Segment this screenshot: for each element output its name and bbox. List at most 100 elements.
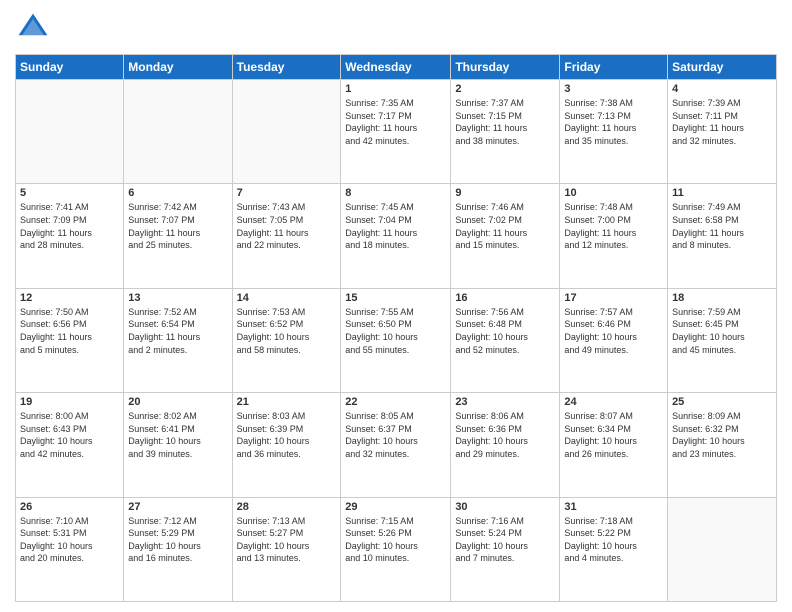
day-info: Sunrise: 7:15 AM Sunset: 5:26 PM Dayligh… (345, 515, 446, 565)
calendar-cell: 6 Sunrise: 7:42 AM Sunset: 7:07 PM Daylig… (124, 184, 232, 288)
page: SundayMondayTuesdayWednesdayThursdayFrid… (0, 0, 792, 612)
day-number: 14 (237, 292, 337, 304)
day-info: Sunrise: 7:12 AM Sunset: 5:29 PM Dayligh… (128, 515, 227, 565)
day-info: Sunrise: 7:57 AM Sunset: 6:46 PM Dayligh… (564, 306, 663, 356)
day-info: Sunrise: 7:59 AM Sunset: 6:45 PM Dayligh… (672, 306, 772, 356)
day-info: Sunrise: 8:00 AM Sunset: 6:43 PM Dayligh… (20, 410, 119, 460)
day-number: 7 (237, 187, 337, 199)
weekday-header-saturday: Saturday (668, 55, 777, 80)
calendar-cell: 31 Sunrise: 7:18 AM Sunset: 5:22 PM Dayli… (560, 497, 668, 601)
calendar-cell: 3Sunrise: 7:38 AM Sunset: 7:13 PM Daylig… (560, 80, 668, 184)
header (15, 10, 777, 46)
day-info: Sunrise: 7:55 AM Sunset: 6:50 PM Dayligh… (345, 306, 446, 356)
day-number: 23 (455, 396, 555, 408)
day-number: 22 (345, 396, 446, 408)
calendar-cell: 26 Sunrise: 7:10 AM Sunset: 5:31 PM Dayli… (16, 497, 124, 601)
day-info: Sunrise: 7:41 AM Sunset: 7:09 PM Dayligh… (20, 201, 119, 251)
day-info: Sunrise: 8:05 AM Sunset: 6:37 PM Dayligh… (345, 410, 446, 460)
calendar-table: SundayMondayTuesdayWednesdayThursdayFrid… (15, 54, 777, 602)
day-info: Sunrise: 7:13 AM Sunset: 5:27 PM Dayligh… (237, 515, 337, 565)
calendar-cell: 28 Sunrise: 7:13 AM Sunset: 5:27 PM Dayli… (232, 497, 341, 601)
calendar-cell (232, 80, 341, 184)
day-info: Sunrise: 7:35 AM Sunset: 7:17 PM Dayligh… (345, 97, 446, 147)
calendar-cell: 30Sunrise: 7:16 AM Sunset: 5:24 PM Dayli… (451, 497, 560, 601)
weekday-header-monday: Monday (124, 55, 232, 80)
day-number: 2 (455, 83, 555, 95)
day-info: Sunrise: 8:06 AM Sunset: 6:36 PM Dayligh… (455, 410, 555, 460)
day-number: 9 (455, 187, 555, 199)
calendar-cell: 10 Sunrise: 7:48 AM Sunset: 7:00 PM Dayli… (560, 184, 668, 288)
calendar-cell: 24 Sunrise: 8:07 AM Sunset: 6:34 PM Dayli… (560, 393, 668, 497)
calendar-cell: 15Sunrise: 7:55 AM Sunset: 6:50 PM Dayli… (341, 288, 451, 392)
calendar-cell: 5 Sunrise: 7:41 AM Sunset: 7:09 PM Daylig… (16, 184, 124, 288)
day-number: 24 (564, 396, 663, 408)
calendar-cell: 2 Sunrise: 7:37 AM Sunset: 7:15 PM Daylig… (451, 80, 560, 184)
day-info: Sunrise: 7:10 AM Sunset: 5:31 PM Dayligh… (20, 515, 119, 565)
day-info: Sunrise: 7:52 AM Sunset: 6:54 PM Dayligh… (128, 306, 227, 356)
calendar-cell: 27 Sunrise: 7:12 AM Sunset: 5:29 PM Dayli… (124, 497, 232, 601)
calendar-cell: 21 Sunrise: 8:03 AM Sunset: 6:39 PM Dayli… (232, 393, 341, 497)
day-number: 6 (128, 187, 227, 199)
calendar-body: 1 Sunrise: 7:35 AM Sunset: 7:17 PM Daylig… (16, 80, 777, 602)
weekday-header-wednesday: Wednesday (341, 55, 451, 80)
calendar-cell: 17Sunrise: 7:57 AM Sunset: 6:46 PM Dayli… (560, 288, 668, 392)
week-row-2: 5 Sunrise: 7:41 AM Sunset: 7:09 PM Daylig… (16, 184, 777, 288)
calendar-cell (124, 80, 232, 184)
day-info: Sunrise: 7:42 AM Sunset: 7:07 PM Dayligh… (128, 201, 227, 251)
day-number: 13 (128, 292, 227, 304)
day-info: Sunrise: 7:53 AM Sunset: 6:52 PM Dayligh… (237, 306, 337, 356)
day-number: 29 (345, 501, 446, 513)
calendar-cell: 16 Sunrise: 7:56 AM Sunset: 6:48 PM Dayli… (451, 288, 560, 392)
day-info: Sunrise: 8:02 AM Sunset: 6:41 PM Dayligh… (128, 410, 227, 460)
day-info: Sunrise: 7:18 AM Sunset: 5:22 PM Dayligh… (564, 515, 663, 565)
calendar-cell: 22 Sunrise: 8:05 AM Sunset: 6:37 PM Dayli… (341, 393, 451, 497)
day-number: 1 (345, 83, 446, 95)
header-row: SundayMondayTuesdayWednesdayThursdayFrid… (16, 55, 777, 80)
day-number: 31 (564, 501, 663, 513)
day-number: 10 (564, 187, 663, 199)
calendar-cell: 14 Sunrise: 7:53 AM Sunset: 6:52 PM Dayli… (232, 288, 341, 392)
calendar-cell: 13 Sunrise: 7:52 AM Sunset: 6:54 PM Dayli… (124, 288, 232, 392)
weekday-header-thursday: Thursday (451, 55, 560, 80)
day-number: 5 (20, 187, 119, 199)
day-info: Sunrise: 7:39 AM Sunset: 7:11 PM Dayligh… (672, 97, 772, 147)
day-number: 26 (20, 501, 119, 513)
day-number: 30 (455, 501, 555, 513)
day-info: Sunrise: 7:56 AM Sunset: 6:48 PM Dayligh… (455, 306, 555, 356)
calendar-cell: 12 Sunrise: 7:50 AM Sunset: 6:56 PM Dayli… (16, 288, 124, 392)
day-info: Sunrise: 7:46 AM Sunset: 7:02 PM Dayligh… (455, 201, 555, 251)
day-number: 16 (455, 292, 555, 304)
calendar-cell: 11Sunrise: 7:49 AM Sunset: 6:58 PM Dayli… (668, 184, 777, 288)
day-info: Sunrise: 7:37 AM Sunset: 7:15 PM Dayligh… (455, 97, 555, 147)
day-number: 18 (672, 292, 772, 304)
calendar-cell: 23 Sunrise: 8:06 AM Sunset: 6:36 PM Dayli… (451, 393, 560, 497)
day-info: Sunrise: 8:09 AM Sunset: 6:32 PM Dayligh… (672, 410, 772, 460)
day-info: Sunrise: 7:48 AM Sunset: 7:00 PM Dayligh… (564, 201, 663, 251)
logo (15, 10, 55, 46)
week-row-4: 19 Sunrise: 8:00 AM Sunset: 6:43 PM Dayli… (16, 393, 777, 497)
day-number: 28 (237, 501, 337, 513)
calendar-header: SundayMondayTuesdayWednesdayThursdayFrid… (16, 55, 777, 80)
day-info: Sunrise: 8:07 AM Sunset: 6:34 PM Dayligh… (564, 410, 663, 460)
weekday-header-sunday: Sunday (16, 55, 124, 80)
day-info: Sunrise: 7:45 AM Sunset: 7:04 PM Dayligh… (345, 201, 446, 251)
day-info: Sunrise: 8:03 AM Sunset: 6:39 PM Dayligh… (237, 410, 337, 460)
calendar-cell (16, 80, 124, 184)
day-info: Sunrise: 7:50 AM Sunset: 6:56 PM Dayligh… (20, 306, 119, 356)
day-number: 20 (128, 396, 227, 408)
day-info: Sunrise: 7:49 AM Sunset: 6:58 PM Dayligh… (672, 201, 772, 251)
calendar-cell: 7Sunrise: 7:43 AM Sunset: 7:05 PM Daylig… (232, 184, 341, 288)
day-number: 27 (128, 501, 227, 513)
day-number: 21 (237, 396, 337, 408)
calendar-cell (668, 497, 777, 601)
day-number: 4 (672, 83, 772, 95)
week-row-1: 1 Sunrise: 7:35 AM Sunset: 7:17 PM Daylig… (16, 80, 777, 184)
calendar-cell: 20 Sunrise: 8:02 AM Sunset: 6:41 PM Dayli… (124, 393, 232, 497)
calendar-cell: 25Sunrise: 8:09 AM Sunset: 6:32 PM Dayli… (668, 393, 777, 497)
weekday-header-tuesday: Tuesday (232, 55, 341, 80)
day-number: 12 (20, 292, 119, 304)
calendar-cell: 18 Sunrise: 7:59 AM Sunset: 6:45 PM Dayli… (668, 288, 777, 392)
day-number: 8 (345, 187, 446, 199)
day-number: 3 (564, 83, 663, 95)
day-number: 19 (20, 396, 119, 408)
